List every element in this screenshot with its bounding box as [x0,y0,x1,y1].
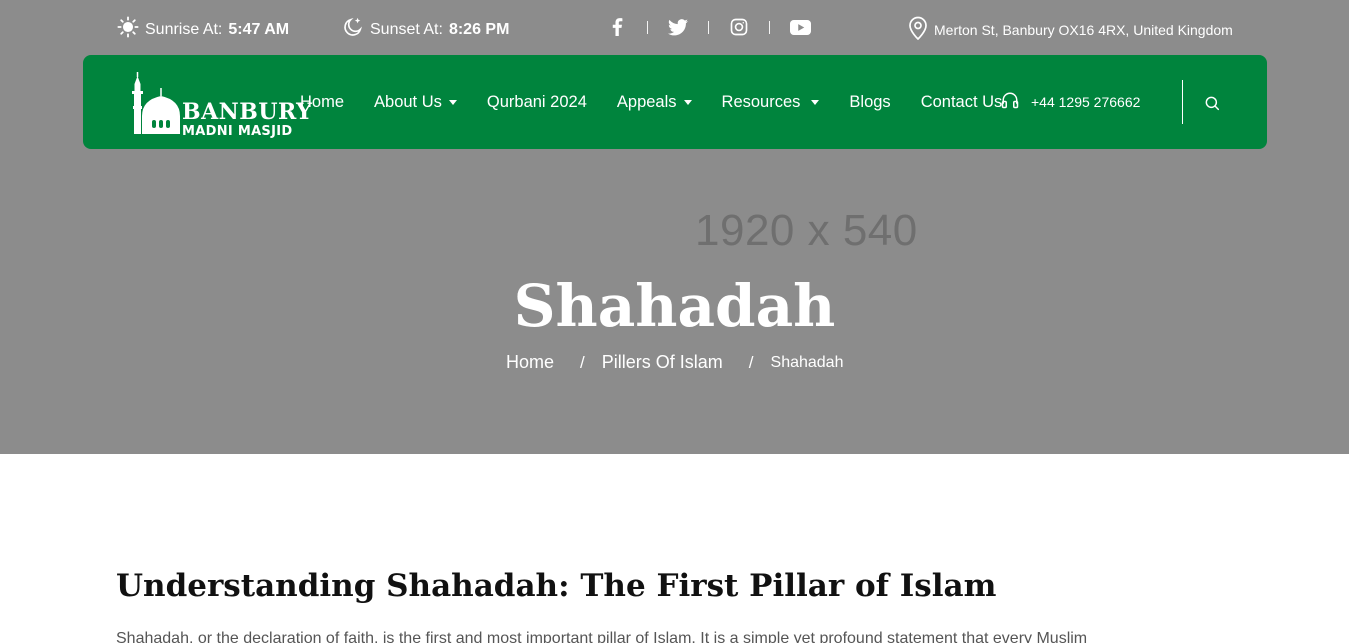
social-links [606,16,811,38]
sunrise-info: Sunrise At: 5:47 AM [117,16,289,43]
caret-down-icon [811,100,820,105]
hero-placeholder-label: 1920 x 540 [695,206,918,255]
logo-line-1: BANBURY [182,99,313,125]
social-separator [769,20,770,34]
nav-item-about-us[interactable]: About Us [374,93,457,112]
primary-nav: Home About Us Qurbani 2024 Appeals Resou… [300,93,1002,112]
nav-label: Contact Us [920,93,1003,111]
nav-item-blogs[interactable]: Blogs [849,93,890,112]
breadcrumb-separator: / [580,352,585,372]
nav-label: About Us [374,93,442,111]
headphones-icon [1001,91,1019,112]
sunset-label: Sunset At: [370,20,443,38]
nav-label: Blogs [849,93,891,111]
caret-down-icon [448,100,457,105]
caret-down-icon [683,100,692,105]
sunset-info: Sunset At: 8:26 PM [342,16,509,43]
address-info: Merton St, Banbury OX16 4RX, United King… [908,16,1233,43]
youtube-icon[interactable] [789,16,811,38]
breadcrumb: Home / Pillers Of Islam / Shahadah [506,352,843,373]
article-heading: Understanding Shahadah: The First Pillar… [116,568,997,604]
social-separator [647,20,648,34]
page-title: Shahadah [513,272,836,340]
logo-wordmark: BANBURY MADNI MASJID [182,101,312,138]
logo-line-2: MADNI MASJID [182,124,293,139]
sunrise-time: 5:47 AM [228,20,290,38]
nav-item-home[interactable]: Home [300,93,344,112]
sunset-time: 8:26 PM [448,20,510,38]
facebook-icon[interactable] [606,16,628,38]
moon-icon [342,16,364,43]
search-button[interactable] [1202,95,1222,115]
instagram-icon[interactable] [728,16,750,38]
breadcrumb-pillers-of-islam[interactable]: Pillers Of Islam [602,352,723,373]
nav-item-qurbani-2024[interactable]: Qurbani 2024 [487,93,587,112]
nav-label: Appeals [616,93,677,111]
nav-label: Home [300,93,345,111]
nav-divider [1182,80,1183,124]
article-paragraph: Shahadah, or the declaration of faith, i… [116,630,1088,643]
sunrise-label: Sunrise At: [145,20,223,38]
sun-icon [117,16,139,43]
top-info-bar: Sunrise At: 5:47 AM Sunset At: 8:26 PM M… [0,0,1349,55]
nav-item-appeals[interactable]: Appeals [617,93,692,112]
twitter-icon[interactable] [667,16,689,38]
location-pin-icon [908,16,928,43]
phone-number: +44 1295 276662 [1031,93,1141,110]
breadcrumb-separator: / [748,352,754,372]
phone-contact[interactable]: +44 1295 276662 [1001,91,1140,112]
nav-item-resources[interactable]: Resources [722,93,820,112]
breadcrumb-home[interactable]: Home [506,352,554,373]
mosque-logo-icon [128,72,180,138]
breadcrumb-current: Shahadah [770,353,844,371]
main-navbar: BANBURY MADNI MASJID Home About Us Qurba… [83,55,1267,149]
nav-label: Qurbani 2024 [486,93,587,111]
site-logo[interactable]: BANBURY MADNI MASJID [128,72,312,138]
address-text: Merton St, Banbury OX16 4RX, United King… [934,21,1233,38]
social-separator [708,20,709,34]
nav-item-contact-us[interactable]: Contact Us [921,93,1003,112]
search-icon [1204,95,1220,115]
nav-label: Resources [721,93,801,111]
